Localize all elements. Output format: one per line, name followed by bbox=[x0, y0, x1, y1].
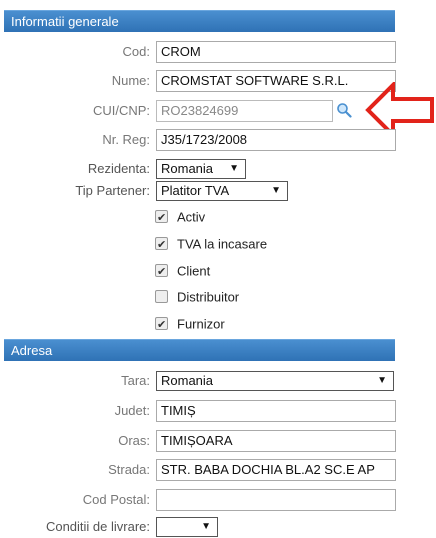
cui-label: CUI/CNP: bbox=[92, 103, 150, 118]
strada-label: Strada: bbox=[108, 462, 150, 477]
section-header-adresa: Adresa bbox=[4, 339, 395, 361]
checkbox-icon[interactable] bbox=[155, 235, 168, 255]
checkbox-icon[interactable] bbox=[155, 208, 168, 228]
strada-field[interactable]: STR. BABA DOCHIA BL.A2 SC.E AP bbox=[156, 459, 396, 481]
checkbox-icon[interactable] bbox=[155, 290, 168, 304]
cui-field[interactable]: RO23824699 bbox=[156, 100, 333, 122]
cod-label: Cod: bbox=[122, 44, 150, 59]
nrreg-field[interactable]: J35/1723/2008 bbox=[156, 129, 396, 151]
tip-partener-label: Tip Partener: bbox=[75, 183, 150, 198]
checkbox-icon[interactable] bbox=[155, 315, 168, 335]
nume-field[interactable]: CROMSTAT SOFTWARE S.R.L. bbox=[156, 70, 396, 92]
oras-field[interactable]: TIMIȘOARA bbox=[156, 430, 396, 452]
dropdown-arrow-icon: ▼ bbox=[377, 375, 387, 386]
dropdown-arrow-icon: ▼ bbox=[229, 163, 239, 174]
rezidenta-value: Romania bbox=[161, 161, 214, 176]
rezidenta-select[interactable]: Romania ▼ bbox=[156, 159, 246, 179]
tip-partener-value: Platitor TVA bbox=[161, 183, 230, 198]
judet-label: Judet: bbox=[114, 403, 150, 418]
dropdown-arrow-icon: ▼ bbox=[271, 185, 281, 196]
search-icon[interactable] bbox=[336, 102, 352, 118]
tara-value: Romania bbox=[161, 373, 214, 388]
checkbox-label: TVA la incasare bbox=[177, 236, 268, 252]
conditii-livrare-select[interactable]: ▼ bbox=[156, 517, 218, 537]
section-header-general: Informatii generale bbox=[4, 10, 395, 32]
nume-label: Nume: bbox=[111, 73, 150, 88]
checkbox-tva-la-incasare[interactable]: TVA la incasare bbox=[155, 234, 268, 255]
cod-postal-label: Cod Postal: bbox=[82, 492, 150, 507]
checkbox-activ[interactable]: Activ bbox=[155, 207, 206, 228]
checkbox-label: Activ bbox=[177, 209, 206, 225]
checkbox-furnizor[interactable]: Furnizor bbox=[155, 314, 225, 335]
cod-field[interactable]: CROM bbox=[156, 41, 396, 63]
oras-label: Oras: bbox=[118, 433, 150, 448]
tara-select[interactable]: Romania ▼ bbox=[156, 371, 394, 391]
checkbox-client[interactable]: Client bbox=[155, 261, 211, 282]
checkbox-label: Furnizor bbox=[177, 316, 225, 332]
checkbox-icon[interactable] bbox=[155, 262, 168, 282]
tara-label: Tara: bbox=[121, 373, 150, 388]
conditii-livrare-label: Conditii de livrare: bbox=[45, 519, 150, 534]
checkbox-label: Distribuitor bbox=[177, 289, 240, 305]
judet-field[interactable]: TIMIȘ bbox=[156, 400, 396, 422]
cod-postal-field[interactable] bbox=[156, 489, 396, 511]
checkbox-label: Client bbox=[177, 263, 211, 279]
tip-partener-select[interactable]: Platitor TVA ▼ bbox=[156, 181, 288, 201]
rezidenta-label: Rezidenta: bbox=[87, 161, 150, 176]
nrreg-label: Nr. Reg: bbox=[102, 132, 150, 147]
checkbox-distribuitor[interactable]: Distribuitor bbox=[155, 287, 239, 307]
